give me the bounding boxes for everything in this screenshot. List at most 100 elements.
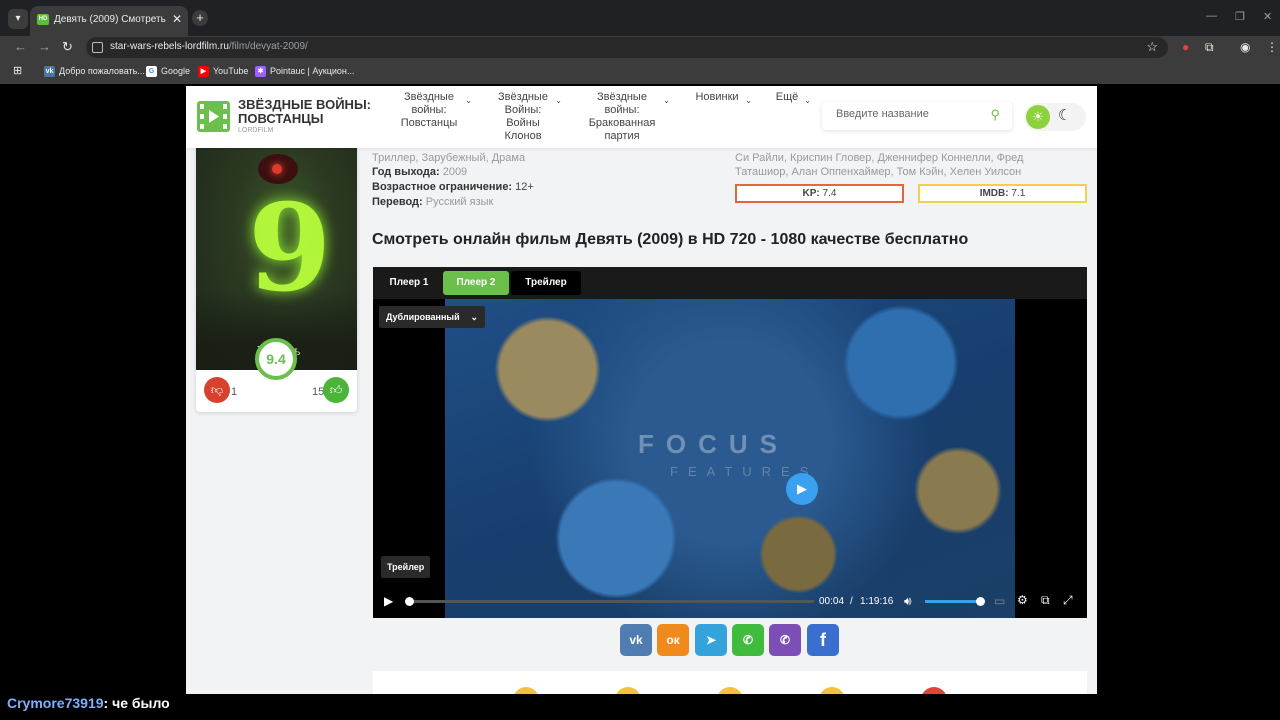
- tab-player-2[interactable]: Плеер 2: [443, 271, 509, 295]
- settings-gear-icon[interactable]: ⚙: [1017, 593, 1028, 607]
- play-overlay-button[interactable]: ▶: [786, 473, 818, 505]
- poster-card: 9 Девять 9.4 👎︎ 1 15 👍︎: [196, 136, 357, 412]
- restore-icon[interactable]: ❐: [1235, 10, 1245, 23]
- reaction-icon[interactable]: [921, 687, 947, 694]
- chevron-down-icon: ⌄: [465, 96, 472, 105]
- extension-opera-icon[interactable]: ●: [1182, 40, 1189, 54]
- minimize-icon[interactable]: —: [1206, 10, 1217, 22]
- bookmarks-bar: ⊞ vk Добро пожаловать... G Google ▶ YouTube…: [0, 60, 1280, 84]
- volume-icon[interactable]: 🔊︎: [904, 594, 912, 609]
- back-icon[interactable]: ←: [14, 39, 27, 54]
- reaction-icon[interactable]: [717, 687, 743, 694]
- browser-tab-active[interactable]: HD Девять (2009) Смотреть Муль ✕: [30, 6, 188, 36]
- site-logo-subtitle: LORDFILM: [238, 127, 274, 134]
- url-text: star-wars-rebels-lordfilm.ru/film/devyat…: [110, 41, 308, 52]
- progress-knob[interactable]: [405, 597, 414, 606]
- chevron-down-icon: ⌄: [555, 96, 562, 105]
- site-logo-icon[interactable]: [197, 101, 230, 132]
- share-whatsapp-button[interactable]: ✆: [732, 624, 764, 656]
- tab-player-1[interactable]: Плеер 1: [377, 271, 441, 295]
- time-separator: /: [850, 596, 853, 607]
- window-close-icon[interactable]: ✕: [1263, 10, 1272, 23]
- chevron-down-icon: ⌄: [470, 312, 478, 322]
- site-info-icon[interactable]: [92, 42, 103, 53]
- apps-grid-icon[interactable]: ⊞: [13, 64, 22, 77]
- reaction-icon[interactable]: [819, 687, 845, 694]
- tab-close-icon[interactable]: ✕: [172, 12, 182, 26]
- whatsapp-icon: ✆: [742, 633, 754, 647]
- film-genres: Триллер, Зарубежный, Драма: [372, 152, 526, 164]
- nav-more[interactable]: Ещё ⌄: [775, 91, 811, 105]
- page-title: Смотреть онлайн фильм Девять (2009) в HD…: [372, 231, 969, 248]
- fullscreen-icon[interactable]: ⤢: [1063, 593, 1073, 608]
- volume-knob[interactable]: [976, 597, 985, 606]
- pointauc-icon: ✱: [255, 66, 266, 78]
- subtitles-icon[interactable]: ▭: [994, 594, 1005, 608]
- film-age-row: Возрастное ограничение: 12+: [372, 181, 534, 193]
- reload-icon[interactable]: ↻: [62, 39, 73, 55]
- share-vk-button[interactable]: vk: [620, 624, 652, 656]
- video-player: Плеер 1 Плеер 2 Трейлер FOCUS FEATURES ▶…: [373, 267, 1087, 618]
- nav-new[interactable]: Новинки ⌄: [692, 91, 752, 105]
- play-icon[interactable]: ▶: [384, 594, 393, 608]
- trailer-badge[interactable]: Трейлер: [381, 556, 431, 578]
- dislike-count: 1: [231, 386, 238, 398]
- forward-icon[interactable]: →: [38, 39, 51, 54]
- duration: 1:19:16: [860, 596, 894, 607]
- film-year-row: Год выхода: 2009: [372, 166, 468, 178]
- kp-rating-badge: KP: 7.4: [735, 184, 904, 203]
- reaction-icon[interactable]: [615, 687, 641, 694]
- imdb-rating-badge: IMDB: 7.1: [918, 184, 1087, 203]
- bookmark-item[interactable]: ✱ Pointauc | Аукцион...: [255, 66, 354, 78]
- volume-slider[interactable]: [925, 600, 981, 603]
- like-button[interactable]: 👍︎: [323, 377, 349, 403]
- site-favicon-icon: HD: [37, 14, 49, 25]
- vk-icon: vk: [629, 633, 643, 647]
- bookmark-item[interactable]: vk Добро пожаловать...: [44, 66, 145, 78]
- address-bar[interactable]: star-wars-rebels-lordfilm.ru/film/devyat…: [86, 37, 1168, 58]
- film-cast-line: Си Райли, Криспин Гловер, Дженнифер Конн…: [735, 152, 1024, 164]
- search-icon[interactable]: ⚲: [990, 107, 1000, 123]
- share-ok-button[interactable]: ок: [657, 624, 689, 656]
- bookmark-star-icon[interactable]: ☆: [1146, 39, 1158, 55]
- moon-icon[interactable]: ☾: [1058, 106, 1071, 124]
- popout-icon[interactable]: ⧉: [1041, 593, 1050, 608]
- nav-clone-wars[interactable]: Звёздные Войны: Войны Клонов ⌄: [496, 91, 562, 143]
- dislike-button[interactable]: 👎︎: [204, 377, 230, 403]
- share-telegram-button[interactable]: ➤: [695, 624, 727, 656]
- odnoklassniki-icon: ок: [666, 633, 680, 647]
- tab-trailer[interactable]: Трейлер: [511, 271, 581, 295]
- chat-message: Crymore73919: че было: [7, 695, 170, 711]
- browser-toolbar: ← → ↻ star-wars-rebels-lordfilm.ru/film/…: [0, 36, 1280, 60]
- site-header: ЗВЁЗДНЫЕ ВОЙНЫ: ПОВСТАНЦЫ LORDFILM Звёзд…: [186, 86, 1097, 148]
- chat-username: Crymore73919: [7, 695, 104, 711]
- theme-toggle[interactable]: ☀ ☾: [1024, 103, 1086, 131]
- progress-bar[interactable]: [407, 600, 814, 603]
- nav-rebels[interactable]: Звёздные войны: Повстанцы ⌄: [398, 91, 472, 130]
- nav-bad-batch[interactable]: Звёздные войны: Бракованная партия ⌄: [582, 91, 670, 143]
- dub-selector[interactable]: Дублированный ⌄: [379, 306, 485, 328]
- sun-icon[interactable]: ☀: [1026, 105, 1050, 129]
- chat-text: : че было: [103, 695, 170, 711]
- viber-icon: ✆: [779, 633, 791, 647]
- video-frame[interactable]: FOCUS FEATURES ▶: [445, 299, 1015, 618]
- new-tab-button[interactable]: +: [192, 10, 208, 26]
- vk-icon: vk: [44, 66, 55, 78]
- tab-search-button[interactable]: ▾: [8, 9, 28, 29]
- menu-kebab-icon[interactable]: ⋮: [1266, 40, 1278, 54]
- profile-icon[interactable]: ◉: [1240, 40, 1250, 54]
- bookmark-item[interactable]: G Google: [146, 66, 190, 78]
- browser-tab-strip: ▾ HD Девять (2009) Смотреть Муль ✕ + — ❐…: [0, 0, 1280, 36]
- film-poster-image: 9 Девять: [196, 136, 357, 370]
- reactions-strip: [373, 671, 1087, 694]
- share-facebook-button[interactable]: f: [807, 624, 839, 656]
- telegram-icon: ➤: [705, 633, 717, 647]
- tab-title: Девять (2009) Смотреть Муль: [54, 14, 169, 25]
- search-input[interactable]: [836, 108, 986, 120]
- reaction-icon[interactable]: [513, 687, 539, 694]
- extensions-puzzle-icon[interactable]: ⧉: [1205, 40, 1214, 55]
- search-box: ⚲: [822, 102, 1012, 130]
- share-viber-button[interactable]: ✆: [769, 624, 801, 656]
- bookmark-item[interactable]: ▶ YouTube: [198, 66, 248, 78]
- site-logo-title[interactable]: ЗВЁЗДНЫЕ ВОЙНЫ: ПОВСТАНЦЫ: [238, 98, 378, 126]
